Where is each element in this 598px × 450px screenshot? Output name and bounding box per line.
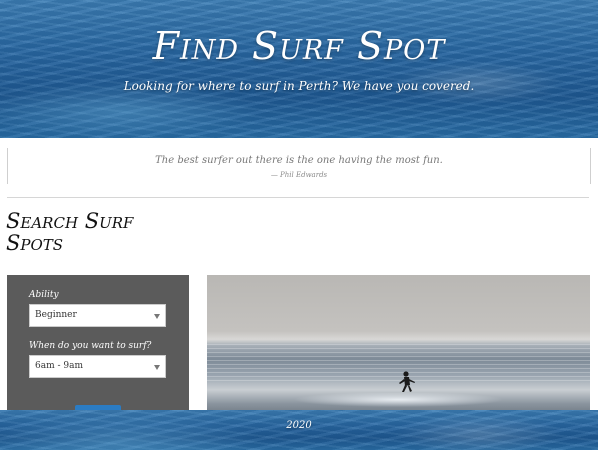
- footer: 2020: [0, 410, 598, 450]
- time-selected-value: 6am - 9am: [35, 361, 84, 371]
- section-title: Search Surf Spots: [6, 210, 176, 254]
- surfer-icon: [399, 371, 415, 392]
- hero-subtitle: Looking for where to surf in Perth? We h…: [123, 79, 475, 93]
- ability-select[interactable]: Beginner: [29, 304, 166, 327]
- time-select[interactable]: 6am - 9am: [29, 355, 166, 378]
- page-title: Find Surf Spot: [152, 24, 446, 68]
- search-panel: Ability Beginner When do you want to sur…: [7, 275, 189, 415]
- divider: [7, 197, 589, 198]
- quote-block: The best surfer out there is the one hav…: [7, 148, 591, 184]
- footer-year: 2020: [286, 420, 312, 431]
- time-label: When do you want to surf?: [29, 341, 152, 351]
- chevron-down-icon: [154, 365, 160, 370]
- surf-photo: [207, 275, 590, 415]
- ability-selected-value: Beginner: [35, 310, 77, 320]
- section-title-line1: Search Surf: [6, 209, 134, 233]
- section-title-line2: Spots: [6, 231, 64, 255]
- quote-text: The best surfer out there is the one hav…: [155, 155, 443, 166]
- quote-author: — Phil Edwards: [270, 171, 328, 179]
- chevron-down-icon: [154, 314, 160, 319]
- hero-banner: Find Surf Spot Looking for where to surf…: [0, 0, 598, 138]
- ability-label: Ability: [29, 290, 59, 300]
